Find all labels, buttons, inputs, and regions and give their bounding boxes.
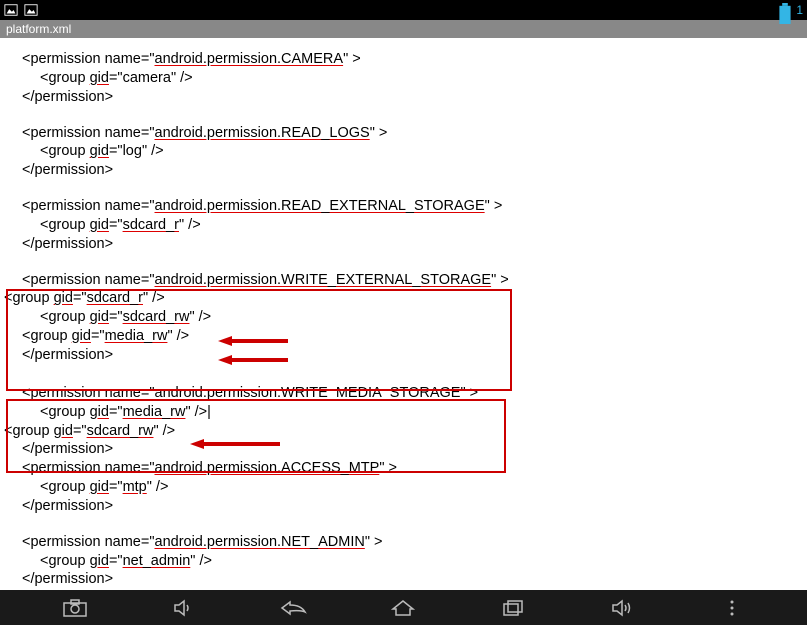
perm-writeext-group3: <group gid="media_rw" /> <box>4 327 807 346</box>
perm-writemedia-end: </permission> <box>4 440 807 459</box>
screenshot-button[interactable] <box>57 596 93 620</box>
perm-netadmin-group: <group gid="net_admin" /> <box>4 552 807 571</box>
status-left <box>4 3 38 17</box>
image-icon <box>24 3 38 17</box>
android-nav-bar <box>0 590 807 625</box>
volume-up-button[interactable] <box>605 596 641 620</box>
perm-netadmin-end: </permission> <box>4 570 807 589</box>
perm-mtp-group: <group gid="mtp" /> <box>4 478 807 497</box>
volume-down-button[interactable] <box>166 596 202 620</box>
perm-readext-end: </permission> <box>4 235 807 254</box>
perm-camera-end: </permission> <box>4 88 807 107</box>
window-title: platform.xml <box>6 22 71 36</box>
perm-mtp-open: <permission name="android.permission.ACC… <box>4 459 807 478</box>
perm-readlogs-open: <permission name="android.permission.REA… <box>4 124 807 143</box>
back-button[interactable] <box>276 596 312 620</box>
perm-writemedia-group2: <group gid="sdcard_rw" /> <box>4 422 807 441</box>
perm-writeext-group2: <group gid="sdcard_rw" /> <box>4 308 807 327</box>
perm-writeext-group1: <group gid="sdcard_r" /> <box>4 289 807 308</box>
battery-icon <box>778 3 792 17</box>
perm-readlogs-end: </permission> <box>4 161 807 180</box>
perm-writemedia-open: <permission name="android.permission.WRI… <box>4 384 807 403</box>
image-icon <box>4 3 18 17</box>
menu-button[interactable] <box>714 596 750 620</box>
perm-writeext-open: <permission name="android.permission.WRI… <box>4 271 807 290</box>
title-bar: platform.xml <box>0 20 807 38</box>
recent-apps-button[interactable] <box>495 596 531 620</box>
file-content: <permission name="android.permission.CAM… <box>0 38 807 590</box>
status-time: 1 <box>796 3 803 17</box>
perm-camera-group: <group gid="camera" /> <box>4 69 807 88</box>
perm-writemedia-group1: <group gid="media_rw" />| <box>4 403 807 422</box>
perm-camera-open: <permission name="android.permission.CAM… <box>4 50 807 69</box>
perm-readext-group: <group gid="sdcard_r" /> <box>4 216 807 235</box>
perm-netadmin-open: <permission name="android.permission.NET… <box>4 533 807 552</box>
status-right: 1 <box>778 3 803 17</box>
home-button[interactable] <box>385 596 421 620</box>
perm-writeext-end: </permission> <box>4 346 807 365</box>
android-status-bar: 1 <box>0 0 807 20</box>
perm-readext-open: <permission name="android.permission.REA… <box>4 197 807 216</box>
perm-readlogs-group: <group gid="log" /> <box>4 142 807 161</box>
perm-mtp-end: </permission> <box>4 497 807 516</box>
